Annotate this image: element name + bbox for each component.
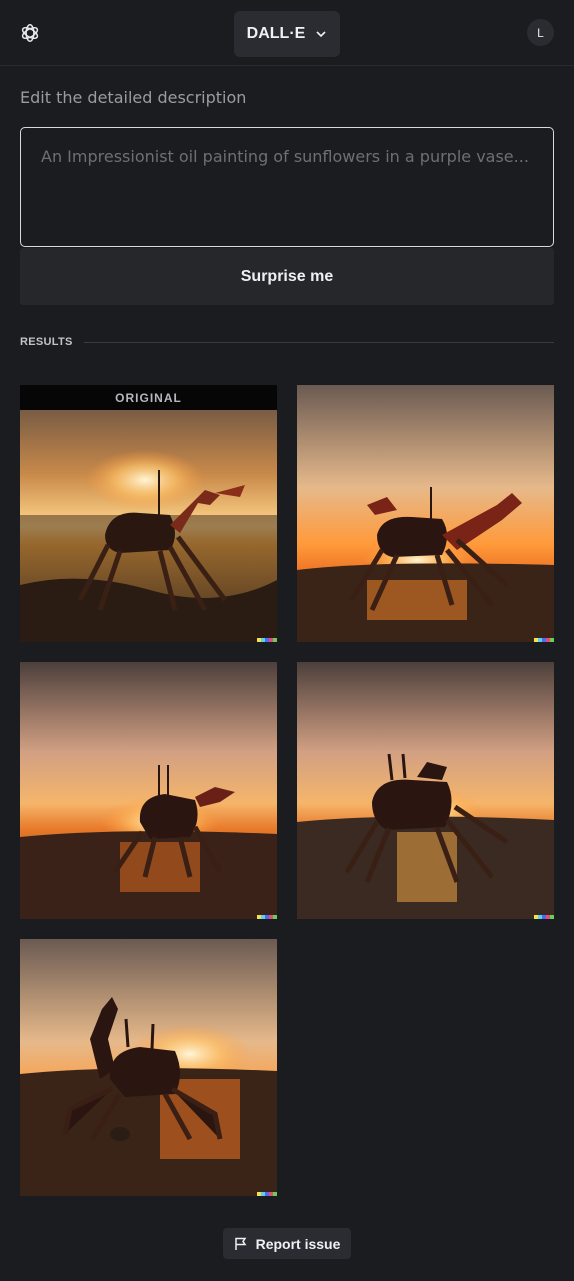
results-divider (83, 341, 554, 343)
crab-sunset-image (20, 939, 277, 1196)
model-selector-button[interactable]: DALL·E (234, 11, 340, 57)
image-signature (257, 638, 277, 642)
openai-logo-icon[interactable] (19, 22, 41, 44)
surprise-me-button[interactable]: Surprise me (20, 248, 554, 305)
avatar-initial: L (537, 25, 544, 40)
original-badge: ORIGINAL (20, 385, 277, 410)
prompt-input[interactable] (20, 127, 554, 247)
results-header: RESULTS (20, 334, 554, 350)
result-image-2[interactable] (297, 385, 554, 642)
result-image-original[interactable]: ORIGINAL (20, 385, 277, 642)
result-image-4[interactable] (297, 662, 554, 919)
image-signature (257, 1192, 277, 1196)
crab-sunset-image (297, 662, 554, 919)
prompt-label: Edit the detailed description (20, 88, 247, 107)
chevron-down-icon (316, 31, 326, 38)
result-image-3[interactable] (20, 662, 277, 919)
report-issue-button[interactable]: Report issue (223, 1228, 351, 1259)
flag-icon (234, 1237, 246, 1250)
model-selector-label: DALL·E (246, 25, 306, 42)
results-label: RESULTS (20, 336, 73, 348)
result-image-5[interactable] (20, 939, 277, 1196)
top-bar: DALL·E L (0, 0, 574, 66)
crab-sunset-image (20, 662, 277, 919)
avatar[interactable]: L (527, 19, 554, 46)
report-issue-label: Report issue (255, 1235, 341, 1252)
image-signature (257, 915, 277, 919)
image-signature (534, 915, 554, 919)
crab-sunset-image (20, 385, 277, 642)
crab-sunset-image (297, 385, 554, 642)
image-signature (534, 638, 554, 642)
